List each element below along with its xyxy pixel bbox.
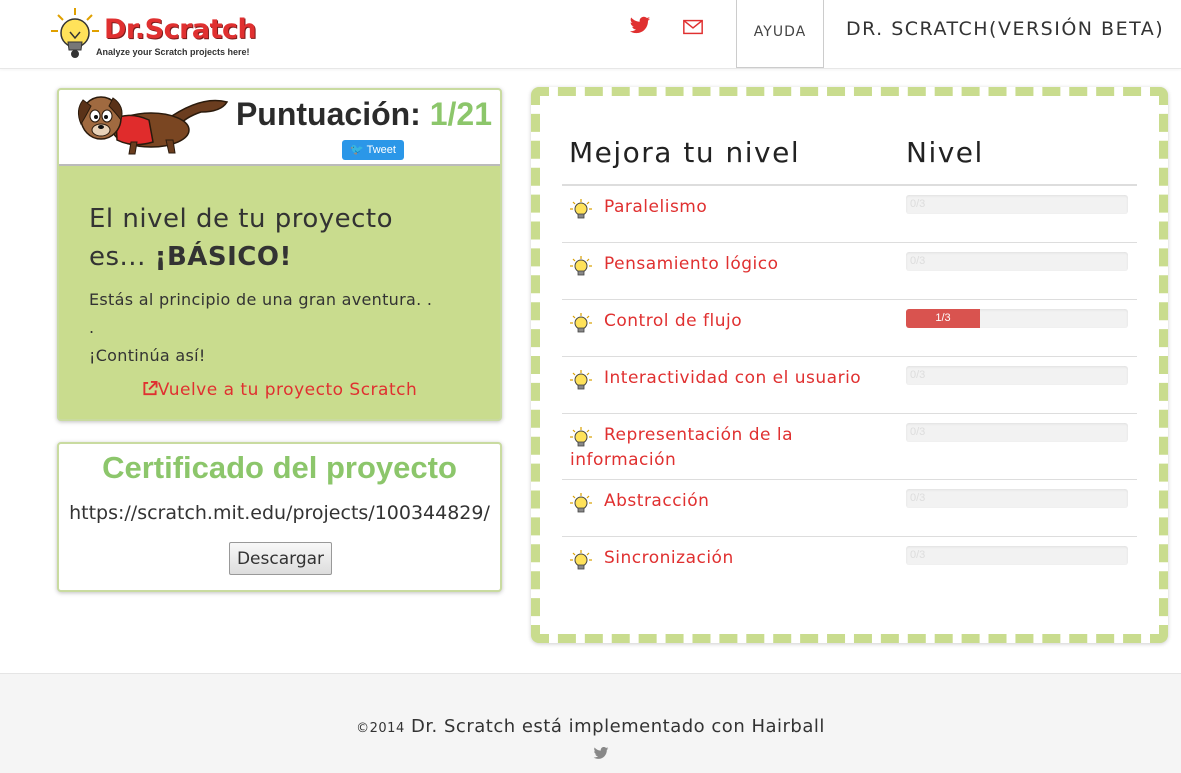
progress-score: 1/3 [935,312,951,324]
skill-row-parallelism[interactable]: Paralelismo 0/3 [562,185,1137,243]
level-column-header: Nivel [906,136,984,169]
skill-label[interactable]: Sincronización [604,546,844,571]
level-message: Estás al principio de una gran aventura.… [89,286,479,370]
progress-score: 0/3 [910,369,926,381]
skill-label[interactable]: Interactividad con el usuario [604,366,904,391]
level-heading: El nivel de tu proyecto es... ¡BÁSICO! [89,200,479,276]
lightbulb-icon [570,550,592,570]
nav-help[interactable]: AYUDA [736,0,824,68]
nav-brand[interactable]: DR. SCRATCH(VERSIÓN BETA) [846,18,1164,40]
lightbulb-icon [570,256,592,276]
skill-progress-bar: 1/3 [906,309,1128,328]
skill-label[interactable]: Representación de la información [570,423,844,473]
message-line-1: Estás al principio de una gran aventura.… [89,290,433,309]
logo-wordmark: Dr.Scratch [104,14,257,45]
score-panel: Puntuación: 1/21 🐦 Tweet El nivel de tu … [57,88,502,421]
progress-score: 0/3 [910,426,926,438]
mascot-dog-image [77,96,229,155]
skill-progress-bar: 0/3 [906,195,1128,214]
lightbulb-icon [570,313,592,333]
skill-row-data-representation[interactable]: Representación de la información 0/3 [562,413,1137,480]
skill-progress-bar: 0/3 [906,423,1128,442]
external-link-icon [143,381,158,396]
skill-row-synchronization[interactable]: Sincronización 0/3 [562,536,1137,594]
back-to-project-link[interactable]: Vuelve a tu proyecto Scratch [59,380,500,400]
level-name: ¡BÁSICO! [154,242,292,272]
skill-progress-bar: 0/3 [906,489,1128,508]
progress-score: 0/3 [910,255,926,267]
message-line-3: ¡Continúa así! [89,346,206,365]
twitter-icon: 🐦 [350,144,364,156]
skill-progress-bar: 0/3 [906,546,1128,565]
score-label: Puntuación: [235,96,421,132]
download-button[interactable]: Descargar [229,542,332,575]
certificate-panel: Certificado del proyecto https://scratch… [57,442,502,592]
navbar: Dr.Scratch Analyze your Scratch projects… [0,0,1181,69]
progress-score: 0/3 [910,549,926,561]
skill-label-line-1: Representación de la [604,425,793,445]
skills-panel: Mejora tu nivel Nivel Paralelismo 0/3 Pe… [531,87,1168,643]
progress-score: 0/3 [910,492,926,504]
twitter-icon[interactable] [629,14,651,36]
footer-copyright: ©2014 [356,721,405,736]
lightbulb-icon [570,199,592,219]
skill-row-interactivity[interactable]: Interactividad con el usuario 0/3 [562,356,1137,414]
certificate-project-url: https://scratch.mit.edu/projects/1003448… [69,502,490,524]
skill-label-line-2: información [570,450,677,470]
skill-label[interactable]: Pensamiento lógico [604,252,844,277]
skill-label[interactable]: Paralelismo [604,195,844,220]
logo-tagline: Analyze your Scratch projects here! [96,47,250,57]
lightbulb-icon [570,493,592,513]
score-header: Puntuación: 1/21 🐦 Tweet [59,90,500,166]
skill-label[interactable]: Control de flujo [604,309,844,334]
skill-progress-bar: 0/3 [906,366,1128,385]
lightbulb-logo-icon [51,8,99,58]
twitter-icon[interactable] [592,745,610,761]
mail-icon[interactable] [682,16,704,38]
certificate-title: Certificado del proyecto [102,450,457,485]
footer-credit: Dr. Scratch está implementado con Hairba… [410,716,825,737]
level-line-1: El nivel de tu proyecto [89,204,393,234]
skill-row-abstraction[interactable]: Abstracción 0/3 [562,479,1137,537]
progress-score: 0/3 [910,198,926,210]
back-link-label: Vuelve a tu proyecto Scratch [157,380,418,400]
lightbulb-icon [570,370,592,390]
footer-text: ©2014 Dr. Scratch está implementado con … [0,716,1181,737]
footer: ©2014 Dr. Scratch está implementado con … [0,673,1181,773]
message-line-2: . [89,318,95,337]
skill-row-flow-control[interactable]: Control de flujo 1/3 [562,299,1137,357]
lightbulb-icon [570,427,592,447]
tweet-label: Tweet [366,144,396,156]
level-line-2-prefix: es... [89,242,155,272]
skill-progress-bar: 0/3 [906,252,1128,271]
skill-column-header: Mejora tu nivel [569,136,801,169]
score-value: 1/21 [429,96,492,132]
score-title: Puntuación: 1/21 [236,96,492,133]
skill-row-logic[interactable]: Pensamiento lógico 0/3 [562,242,1137,300]
tweet-button[interactable]: 🐦 Tweet [342,140,404,160]
site-logo[interactable]: Dr.Scratch Analyze your Scratch projects… [48,4,263,64]
skill-label[interactable]: Abstracción [604,489,844,514]
